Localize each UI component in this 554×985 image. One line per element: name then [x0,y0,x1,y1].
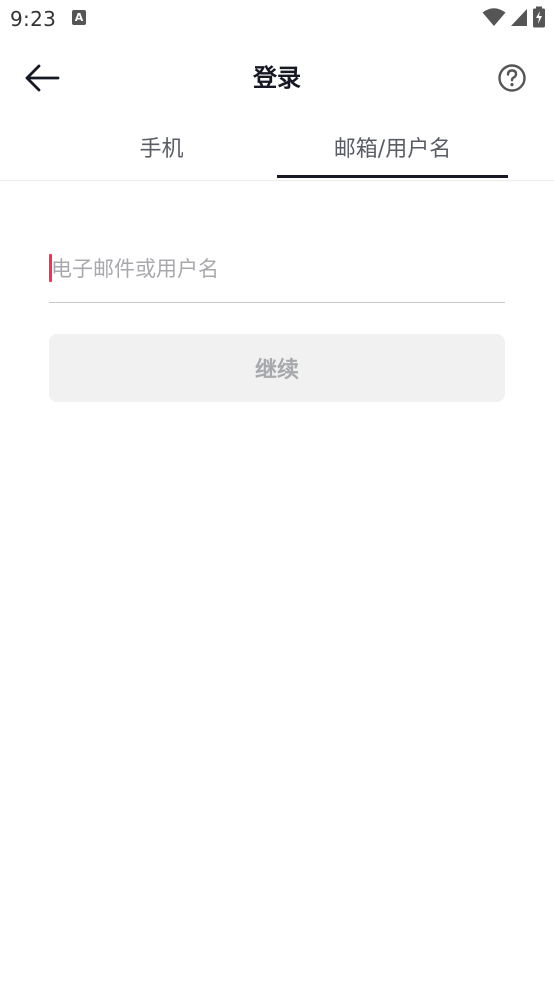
status-bar: 9:23 A [0,0,554,38]
header: 登录 [0,38,554,114]
battery-charging-icon [533,6,545,28]
wifi-icon [482,8,506,26]
continue-button[interactable]: 继续 [49,334,505,402]
email-username-input[interactable] [51,236,501,302]
page-title: 登录 [253,64,301,92]
tab-email-username[interactable]: 邮箱/用户名 [277,114,508,180]
a-notification-icon: A [72,10,86,25]
email-field-container [49,236,505,303]
question-circle-icon [498,64,526,92]
login-method-tabs: 手机 邮箱/用户名 [0,114,554,181]
tab-phone[interactable]: 手机 [46,114,277,180]
status-icons [482,6,546,28]
status-time: 9:23 [10,7,57,31]
signal-icon [511,9,527,26]
active-tab-indicator [277,175,508,178]
help-button[interactable] [496,62,528,94]
